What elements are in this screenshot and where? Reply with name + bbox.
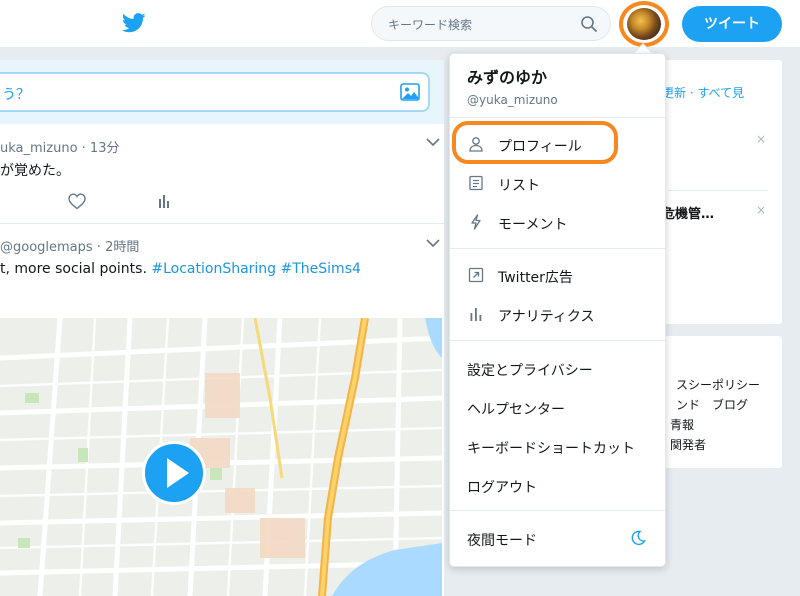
divider: [450, 248, 665, 249]
image-icon[interactable]: [400, 83, 420, 101]
search-box[interactable]: キーワード検索: [371, 6, 611, 41]
menu-item-label: リスト: [498, 178, 540, 194]
dropdown-user-name[interactable]: みずのゆか: [467, 64, 547, 88]
footer-link[interactable]: スシーポリシー: [676, 376, 760, 393]
chevron-down-icon[interactable]: [426, 137, 440, 147]
menu-item-keyboard-shortcuts[interactable]: キーボードショートカット: [450, 429, 665, 463]
dismiss-icon[interactable]: ×: [756, 132, 766, 146]
tweet-composer: う？: [0, 60, 444, 124]
map-graphic: [0, 318, 442, 596]
moon-icon[interactable]: [630, 530, 646, 546]
divider: [450, 510, 665, 511]
play-icon: [167, 458, 189, 488]
menu-item-label: モーメント: [498, 217, 568, 233]
avatar[interactable]: [627, 8, 661, 40]
footer-link[interactable]: 関発者: [670, 436, 706, 453]
menu-item-moments[interactable]: モーメント: [450, 205, 665, 239]
footer-link[interactable]: ンド ブログ: [676, 396, 748, 413]
bar-chart-icon: [470, 308, 482, 321]
search-input[interactable]: キーワード検索: [388, 16, 472, 33]
menu-item-label: 夜間モード: [467, 533, 537, 549]
trends-header-link[interactable]: 更新 · すべて見: [662, 84, 744, 101]
menu-item-label: Twitter広告: [498, 270, 573, 286]
search-icon[interactable]: [580, 15, 598, 33]
external-link-icon: [468, 267, 484, 283]
menu-item-logout[interactable]: ログアウト: [450, 468, 665, 502]
tweet-text: t, more social points. #LocationSharing …: [0, 261, 361, 277]
menu-item-twitter-ads[interactable]: Twitter広告: [450, 258, 665, 292]
dismiss-icon[interactable]: ×: [756, 203, 766, 217]
list-icon: [469, 175, 483, 191]
divider: [668, 190, 768, 191]
compose-prompt: う？: [2, 87, 30, 103]
menu-item-lists[interactable]: リスト: [450, 166, 665, 200]
tweet-header: @googlemaps · 2時間: [0, 240, 140, 255]
tweet-text-plain: t, more social points.: [0, 261, 152, 277]
hashtag-link[interactable]: #LocationSharing: [151, 261, 276, 277]
footer-link[interactable]: 青報: [670, 416, 694, 433]
map-video-thumbnail[interactable]: [0, 318, 442, 596]
profile-highlight-ring: [452, 121, 618, 164]
compose-input[interactable]: う？: [0, 72, 430, 112]
divider: [450, 117, 665, 118]
menu-item-analytics[interactable]: アナリティクス: [450, 297, 665, 331]
menu-item-help-center[interactable]: ヘルプセンター: [450, 390, 665, 424]
lightning-icon: [471, 214, 481, 230]
menu-item-label: 設定とプライバシー: [467, 363, 593, 379]
like-icon[interactable]: [68, 193, 86, 210]
menu-item-label: ヘルプセンター: [467, 402, 565, 418]
analytics-icon[interactable]: [157, 194, 171, 208]
divider: [450, 340, 665, 341]
hashtag-link[interactable]: #TheSims4: [281, 261, 361, 277]
tweet-header: uka_mizuno · 13分: [0, 141, 120, 156]
dropdown-user-handle: @yuka_mizuno: [467, 93, 558, 107]
chevron-down-icon[interactable]: [426, 238, 440, 248]
menu-item-label: アナリティクス: [498, 309, 595, 325]
menu-item-label: ログアウト: [467, 480, 537, 496]
menu-item-settings-privacy[interactable]: 設定とプライバシー: [450, 351, 665, 385]
tweet-text: が覚めた。: [0, 163, 70, 179]
tweet-button[interactable]: ツイート: [682, 6, 782, 42]
trend-item[interactable]: 危機管…: [662, 203, 714, 222]
tweet-item[interactable]: uka_mizuno · 13分 が覚めた。: [0, 124, 444, 224]
twitter-bird-icon[interactable]: [122, 12, 146, 34]
menu-item-label: キーボードショートカット: [467, 441, 635, 457]
